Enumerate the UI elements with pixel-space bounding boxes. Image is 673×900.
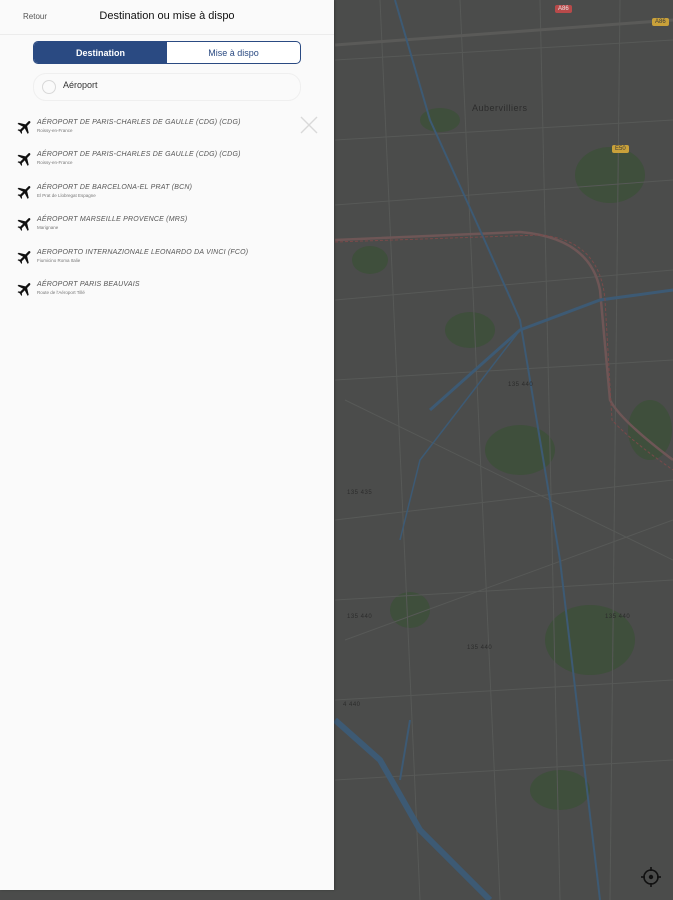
result-name: AEROPORTO INTERNAZIONALE LEONARDO DA VIN…	[37, 248, 249, 256]
map-label-elevation: 4 440	[343, 702, 361, 708]
result-location: Fiumicino Roma Italie	[37, 257, 81, 263]
mode-segmented-control: Destination Mise à dispo	[33, 41, 301, 64]
panel-header: Retour Destination ou mise à dispo	[0, 0, 334, 35]
map-label-elevation: 135 440	[605, 614, 631, 620]
results-list: AÉROPORT DE PARIS-CHARLES DE GAULLE (CDG…	[0, 114, 334, 308]
result-name: AÉROPORT DE PARIS-CHARLES DE GAULLE (CDG…	[37, 151, 241, 159]
search-icon	[42, 80, 56, 94]
road-badge: E50	[612, 145, 629, 153]
result-location: Roissy-en-France	[37, 128, 73, 133]
result-location: Route de l'Aéroport Tillé	[37, 289, 85, 295]
result-location: Marignane	[37, 225, 59, 231]
road-badge: A86	[555, 5, 572, 13]
result-location: Roissy-en-France	[37, 160, 73, 166]
airplane-icon	[16, 150, 34, 168]
result-location: El Prat de Llobregat Espagne	[37, 192, 96, 198]
list-item[interactable]: AÉROPORT PARIS BEAUVAIS Route de l'Aérop…	[0, 276, 334, 308]
result-name: AÉROPORT DE BARCELONA-EL PRAT (BCN)	[37, 183, 193, 191]
list-item[interactable]: AÉROPORT MARSEILLE PROVENCE (MRS) Marign…	[0, 211, 334, 243]
destination-panel: Retour Destination ou mise à dispo Desti…	[0, 0, 334, 890]
map-label-elevation: 135 440	[467, 645, 493, 651]
result-name: AÉROPORT DE PARIS-CHARLES DE GAULLE (CDG…	[37, 119, 241, 126]
search-input[interactable]	[63, 80, 263, 90]
list-item[interactable]: AÉROPORT DE PARIS-CHARLES DE GAULLE (CDG…	[0, 146, 334, 178]
list-item[interactable]: AÉROPORT DE PARIS-CHARLES DE GAULLE (CDG…	[0, 114, 334, 146]
list-item[interactable]: AÉROPORT DE BARCELONA-EL PRAT (BCN) El P…	[0, 179, 334, 211]
page-title: Destination ou mise à dispo	[99, 10, 235, 22]
locate-me-button[interactable]	[640, 866, 662, 888]
map-label-elevation: 135 440	[508, 382, 534, 388]
map-label-elevation: 135 440	[347, 614, 373, 620]
crosshair-icon	[641, 867, 661, 887]
airplane-icon	[16, 183, 34, 201]
tab-mise-a-dispo[interactable]: Mise à dispo	[167, 42, 300, 63]
airplane-icon	[16, 215, 34, 233]
tab-destination[interactable]: Destination	[34, 42, 167, 63]
list-item[interactable]: AEROPORTO INTERNAZIONALE LEONARDO DA VIN…	[0, 244, 334, 276]
result-name: AÉROPORT MARSEILLE PROVENCE (MRS)	[37, 216, 188, 224]
search-field[interactable]	[33, 73, 301, 101]
map-label-elevation: 135 435	[347, 490, 373, 496]
road-badge: A86	[652, 18, 669, 26]
airplane-icon	[16, 280, 34, 298]
airplane-icon	[16, 248, 34, 266]
map-label-aubervilliers: Aubervilliers	[472, 103, 528, 113]
result-name: AÉROPORT PARIS BEAUVAIS	[37, 280, 140, 288]
airplane-icon	[16, 118, 34, 136]
